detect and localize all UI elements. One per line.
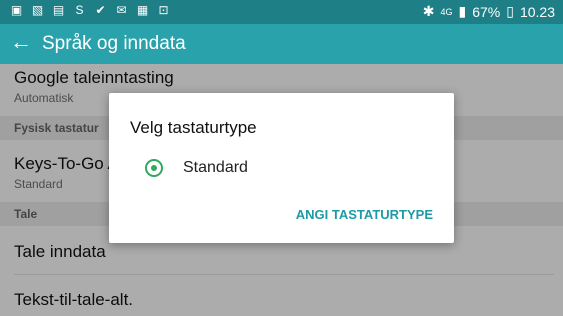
briefcase-icon: ▦ [136,3,149,17]
keyboard-type-dialog: Velg tastaturtype Standard ANGI TASTATUR… [109,93,454,243]
notification-icon: ▣ [10,3,23,17]
mail-icon: ✉ [116,3,127,17]
radio-dot [151,165,157,171]
page-title: Språk og inndata [42,33,186,54]
dialog-title: Velg tastaturtype [130,118,257,137]
battery-icon: ▯ [506,3,514,19]
battery-percent: 67% [472,3,501,20]
radio-label-standard[interactable]: Standard [183,159,248,177]
radio-button-selected[interactable] [145,159,163,177]
gallery-icon: ▧ [31,3,44,17]
app-bar: ← Språk og inndata [0,24,563,64]
status-bar: ▣ ▧ ▤ S ✔ ✉ ▦ ⊡ ✱ 4G ▮ 67% ▯ 10.23 [0,0,563,24]
status-icons-right: ✱ 4G ▮ 67% ▯ 10.23 [423,3,555,20]
set-keyboard-type-button[interactable]: ANGI TASTATURTYPE [296,207,433,222]
check-icon: ✔ [95,3,106,17]
clock: 10.23 [519,3,555,20]
bluetooth-icon: ✱ [422,3,435,19]
status-icons-left: ▣ ▧ ▤ S ✔ ✉ ▦ ⊡ [10,4,170,17]
signal-icon: ▮ [458,3,467,19]
s-icon: S [75,3,84,17]
back-arrow-icon[interactable]: ← [10,30,32,54]
calendar-icon: ▤ [52,3,65,17]
store-icon: ⊡ [158,3,169,17]
network-type: 4G [440,6,453,17]
